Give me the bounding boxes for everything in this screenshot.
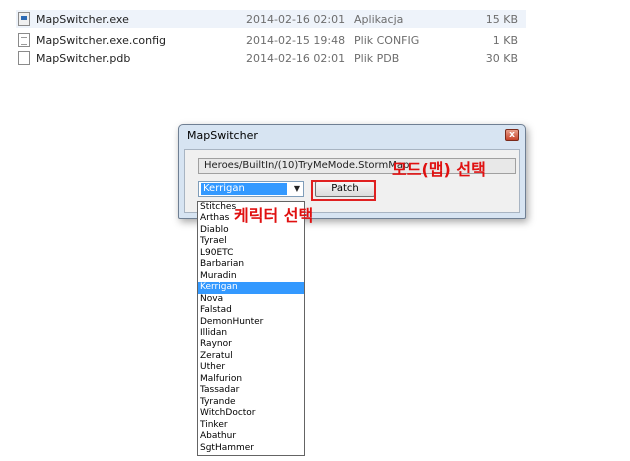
dropdown-item[interactable]: Abathur	[198, 431, 304, 442]
patch-highlight-box	[311, 180, 376, 201]
file-date: 2014-02-16 02:01	[246, 12, 346, 26]
dropdown-item[interactable]: Muradin	[198, 271, 304, 282]
dropdown-item[interactable]: Illidan	[198, 328, 304, 339]
file-row-pdb[interactable]: MapSwitcher.pdb 2014-02-16 02:01 Plik PD…	[16, 49, 526, 67]
chevron-down-icon[interactable]: ▼	[294, 184, 300, 193]
file-row-exe[interactable]: MapSwitcher.exe 2014-02-16 02:01 Aplikac…	[16, 10, 526, 28]
dropdown-item[interactable]: Zeratul	[198, 351, 304, 362]
dropdown-item[interactable]: SgtHammer	[198, 443, 304, 454]
file-size: 15 KB	[485, 12, 518, 26]
document-file-icon	[18, 33, 30, 47]
dropdown-item[interactable]: Tassadar	[198, 385, 304, 396]
dropdown-item-selected[interactable]: Kerrigan	[198, 282, 304, 294]
file-row-config[interactable]: MapSwitcher.exe.config 2014-02-15 19:48 …	[16, 31, 526, 49]
file-date: 2014-02-16 02:01	[246, 51, 346, 65]
dropdown-item[interactable]: Falstad	[198, 305, 304, 316]
blank-file-icon	[18, 51, 30, 65]
file-type: Plik PDB	[354, 51, 400, 65]
character-dropdown-list[interactable]: Stitches Arthas Diablo Tyrael L90ETC Bar…	[197, 201, 305, 456]
close-icon: x	[509, 130, 515, 140]
dropdown-item[interactable]: Tyrael	[198, 236, 304, 247]
window-title: MapSwitcher	[187, 129, 258, 142]
dropdown-item[interactable]: Uther	[198, 362, 304, 373]
mode-select-annotation: 모드(맵) 선택	[392, 160, 486, 179]
file-size: 30 KB	[485, 51, 518, 65]
file-name: MapSwitcher.exe	[36, 12, 129, 26]
file-size: 1 KB	[492, 33, 518, 47]
dropdown-item[interactable]: Nova	[198, 294, 304, 305]
file-type: Aplikacja	[354, 12, 404, 26]
file-name: MapSwitcher.exe.config	[36, 33, 167, 47]
character-select-annotation: 케릭터 선택	[234, 206, 314, 225]
dropdown-item[interactable]: Tinker	[198, 420, 304, 431]
character-combobox[interactable]: Kerrigan ▼	[198, 181, 304, 197]
character-combobox-value: Kerrigan	[201, 183, 287, 195]
dropdown-item[interactable]: Tyrande	[198, 397, 304, 408]
file-name: MapSwitcher.pdb	[36, 51, 131, 65]
dropdown-item[interactable]: Diablo	[198, 225, 304, 236]
dropdown-item[interactable]: L90ETC	[198, 248, 304, 259]
dropdown-item[interactable]: Malfurion	[198, 374, 304, 385]
window-titlebar[interactable]: MapSwitcher x	[179, 125, 525, 147]
dropdown-item[interactable]: DemonHunter	[198, 317, 304, 328]
file-type: Plik CONFIG	[354, 33, 420, 47]
dropdown-item[interactable]: WitchDoctor	[198, 408, 304, 419]
dropdown-item[interactable]: Raynor	[198, 339, 304, 350]
dropdown-item[interactable]: Barbarian	[198, 259, 304, 270]
close-button[interactable]: x	[505, 129, 519, 141]
exe-file-icon	[18, 12, 30, 26]
file-date: 2014-02-15 19:48	[246, 33, 346, 47]
